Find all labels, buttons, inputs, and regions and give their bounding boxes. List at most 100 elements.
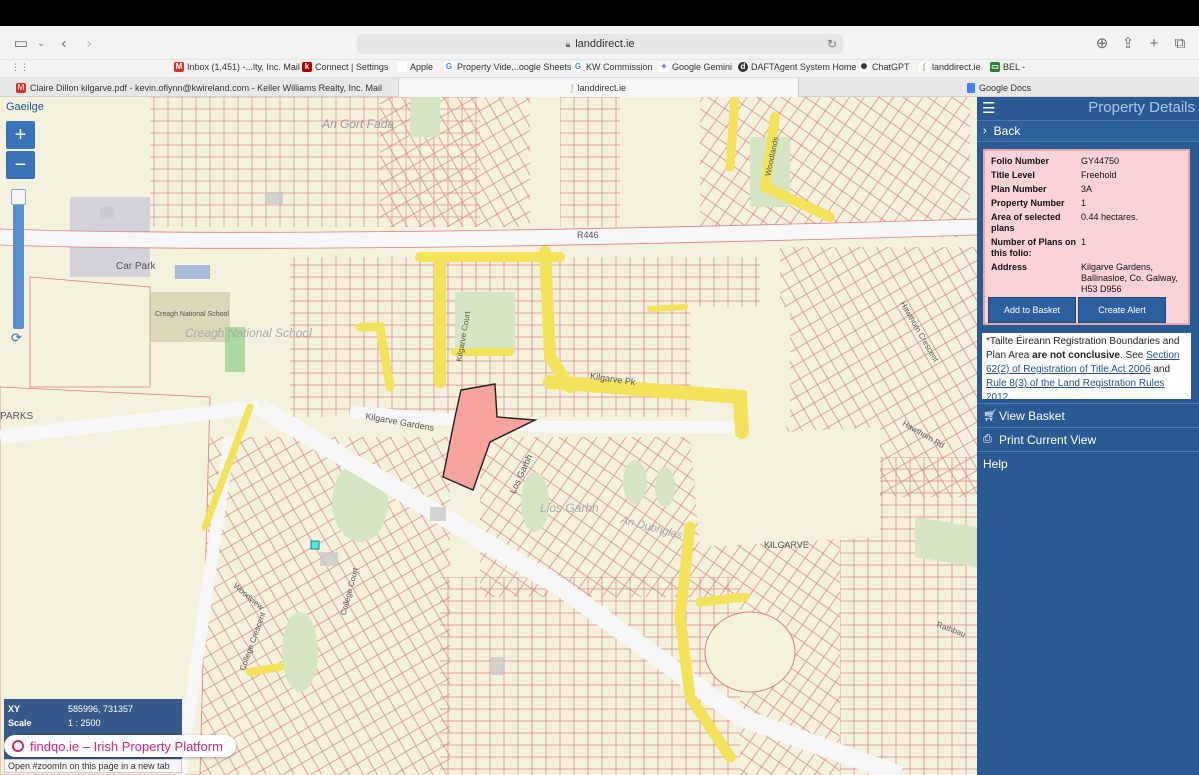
folio-label: Number of Plans on this folio:	[991, 237, 1077, 258]
tab-landdirect[interactable]: ∫ landdirect.ie	[399, 78, 799, 97]
lock-icon: 🔒︎	[565, 38, 571, 49]
refresh-icon[interactable]: ⟳	[11, 330, 22, 346]
zoom-in-button[interactable]: +	[6, 121, 35, 149]
bookmarks-bar: ⋮⋮ M Inbox (1,451) -...lty, Inc. Mail k Co…	[0, 60, 1199, 77]
back-label: Back	[993, 124, 1021, 138]
create-alert-button[interactable]: Create Alert	[1078, 297, 1166, 323]
grid-icon[interactable]: ⋮⋮	[11, 62, 29, 73]
landdirect-icon: ∫	[571, 82, 574, 93]
window-top-bar	[0, 0, 1199, 26]
reload-icon[interactable]: ↻	[827, 37, 837, 51]
folio-row: Address Kilgarve Gardens, Ballinasloe, Co…	[991, 262, 1191, 295]
map-label: Creagh National School	[185, 326, 312, 340]
findqo-overlay[interactable]: findqo.ie – Irish Property Platform	[4, 735, 236, 757]
xy-label: XY	[8, 704, 21, 714]
map-label: Creagh National School	[155, 311, 229, 318]
view-basket-item[interactable]: 🛒︎ View Basket	[977, 403, 1199, 427]
map-label: PARKS	[0, 411, 34, 422]
bookmark-apple[interactable]: Apple	[397, 62, 433, 72]
help-item[interactable]: Help	[977, 451, 1199, 475]
tab-overview-icon[interactable]: ⧉	[1171, 34, 1189, 52]
folio-row: Plan Number 3A	[991, 184, 1191, 195]
bookmark-label: Google Gemini	[672, 62, 733, 72]
notice-text: .	[1008, 392, 1012, 403]
folio-label: Area of selected plans	[991, 212, 1061, 233]
folio-label: Plan Number	[991, 184, 1047, 194]
chevron-down-icon[interactable]: ⌄	[32, 34, 50, 52]
kw-icon: k	[302, 62, 312, 72]
link-status-bar: Open #zoomIn on this page in a new tab	[4, 759, 182, 773]
disclaimer-notice: *Tailte Éireann Registration Boundaries …	[982, 333, 1191, 403]
gemini-icon: ✦	[659, 62, 669, 72]
zoom-slider[interactable]	[13, 189, 24, 329]
scale-value: 1 : 2500	[68, 718, 101, 728]
tab-label: landdirect.ie	[577, 82, 626, 93]
add-to-basket-button[interactable]: Add to Basket	[988, 297, 1076, 323]
back-arrow-icon[interactable]: ‹	[55, 34, 73, 52]
tab-google-docs[interactable]: Google Docs	[799, 78, 1199, 97]
folio-row: Property Number 1	[991, 198, 1191, 209]
bookmark-kw-commission[interactable]: G KW Commission	[573, 62, 653, 72]
zoom-slider-handle[interactable]	[11, 189, 26, 205]
folio-row: Title Level Freehold	[991, 170, 1191, 181]
download-icon[interactable]: ⊕	[1093, 34, 1111, 52]
printer-icon: ⎙	[983, 433, 992, 445]
cart-icon: 🛒︎	[983, 410, 997, 422]
tab-label: Claire Dillon kilgarve.pdf - kevin.oflyn…	[29, 82, 383, 93]
new-tab-icon[interactable]: +	[1145, 34, 1163, 52]
bookmark-connect[interactable]: k Connect | Settings	[302, 62, 388, 72]
sidebar-title: Property Details	[1088, 99, 1195, 116]
gmail-icon: M	[174, 62, 184, 72]
folio-row: Number of Plans on this folio: 1	[991, 237, 1191, 259]
map-label: An Gort Fada	[322, 117, 395, 131]
browser-toolbar: ▭ ⌄ ‹ › 🔒︎ landdirect.ie ↻ ⊕ ⇪ + ⧉	[0, 26, 1199, 60]
url-text: landdirect.ie	[575, 38, 635, 50]
forward-arrow-icon[interactable]: ›	[80, 34, 98, 52]
map-canvas[interactable]	[0, 97, 977, 775]
docs-icon	[966, 82, 975, 93]
sidebar-toggle-icon[interactable]: ▭	[12, 34, 30, 52]
zoom-out-button[interactable]: −	[6, 151, 35, 179]
bookmark-property-video[interactable]: G Property Vide...oogle Sheets	[444, 62, 571, 72]
daft-icon: d	[738, 62, 748, 72]
language-link[interactable]: Gaeilge	[6, 101, 44, 113]
bookmark-label: Property Vide...oogle Sheets	[457, 62, 572, 72]
map-label: Lios Garbh	[540, 501, 599, 515]
bookmark-label: KW Commission	[586, 62, 653, 72]
menu-label: Print Current View	[999, 432, 1097, 447]
findqo-logo-icon	[12, 740, 24, 752]
bookmark-gemini[interactable]: ✦ Google Gemini	[659, 62, 732, 72]
map-viewer[interactable]: An Gort Fada Car Park Creagh National Sc…	[0, 97, 977, 775]
share-icon[interactable]: ⇪	[1119, 34, 1137, 52]
bookmark-label: ChatGPT	[872, 62, 910, 72]
bookmark-daft[interactable]: d DAFTAgent System Home	[738, 62, 856, 72]
notice-bold-text: are not conclusive	[1032, 350, 1120, 361]
hamburger-menu-icon[interactable]: ☰	[982, 99, 995, 117]
rule-8-link[interactable]: Rule 8(3) of the Land Registration Rules…	[986, 378, 1164, 403]
landdirect-icon: ∫	[919, 62, 929, 72]
folio-label: Folio Number	[991, 156, 1049, 166]
address-bar[interactable]: 🔒︎ landdirect.ie ↻	[357, 34, 843, 54]
scale-label: Scale	[8, 718, 32, 728]
folio-label: Title Level	[991, 170, 1035, 180]
scale-row: Scale 1 : 2500	[8, 718, 101, 728]
bookmark-inbox[interactable]: M Inbox (1,451) -...lty, Inc. Mail	[174, 62, 300, 72]
bookmark-bel[interactable]: ▭ BEL -	[990, 62, 1025, 72]
apple-icon	[397, 62, 407, 72]
bookmark-label: BEL -	[1003, 62, 1026, 72]
tab-label: Google Docs	[978, 82, 1032, 93]
google-icon: G	[444, 62, 454, 72]
bookmark-chatgpt[interactable]: ✺ ChatGPT	[859, 62, 910, 72]
bookmark-label: Apple	[410, 62, 434, 72]
print-current-view-item[interactable]: ⎙ Print Current View	[977, 427, 1199, 451]
bookmark-label: landdirect.ie	[932, 62, 981, 72]
google-icon: G	[573, 62, 583, 72]
map-label: KILGARVE	[764, 540, 809, 550]
folio-details-card: Folio Number GY44750 Title Level Freehold …	[983, 149, 1190, 325]
folio-value: 3A	[1081, 184, 1093, 194]
folio-value: 1	[1081, 198, 1087, 208]
bookmark-landdirect[interactable]: ∫ landdirect.ie	[919, 62, 981, 72]
back-button[interactable]: › Back	[977, 120, 1199, 142]
findqo-label: findqo.ie – Irish Property Platform	[30, 738, 223, 754]
tab-gmail[interactable]: M Claire Dillon kilgarve.pdf - kevin.ofly…	[0, 78, 399, 97]
